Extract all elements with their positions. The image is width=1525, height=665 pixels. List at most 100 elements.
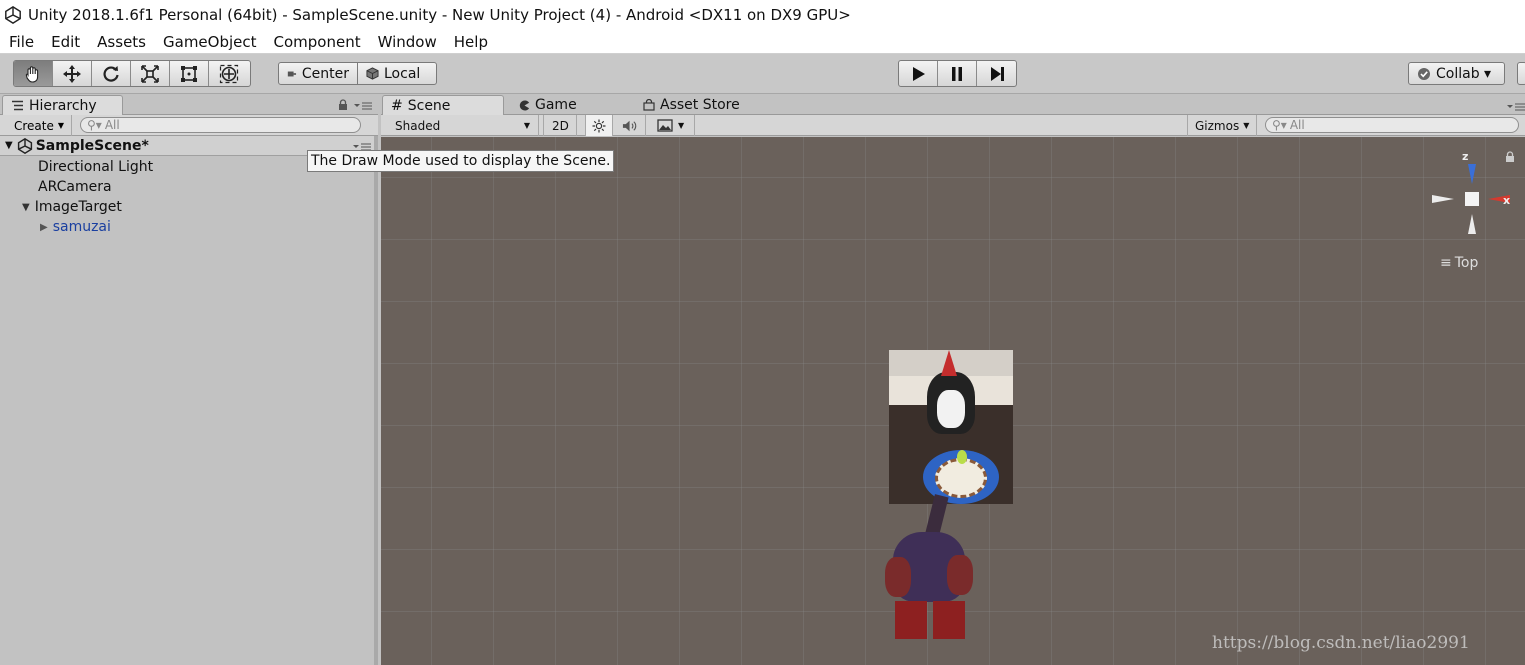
step-icon	[990, 66, 1004, 81]
gizmo-z-label: z	[1462, 150, 1469, 163]
dropdown-arrow-icon: ▼	[1243, 121, 1250, 130]
party-hat	[941, 350, 957, 376]
menu-assets[interactable]: Assets	[97, 33, 146, 51]
hierarchy-search-input[interactable]: ⚲▾ All	[80, 117, 361, 133]
item-label: samuzai	[52, 219, 111, 235]
menu-edit[interactable]: Edit	[51, 33, 80, 51]
account-button[interactable]	[1517, 62, 1525, 85]
character-pauldron-left	[885, 557, 911, 597]
hand-tool-icon	[25, 65, 39, 83]
item-label: ImageTarget	[34, 199, 122, 215]
scale-tool-icon	[141, 64, 159, 83]
effects-dropdown[interactable]: ▼	[651, 115, 695, 136]
playback-controls	[898, 60, 1017, 87]
menu-gameobject[interactable]: GameObject	[163, 33, 257, 51]
hierarchy-item-directional-light[interactable]: Directional Light	[38, 157, 153, 177]
create-label: Create	[14, 118, 54, 133]
character-pauldron-right	[947, 555, 973, 595]
hierarchy-item-imagetarget[interactable]: ▼ ImageTarget	[22, 197, 122, 217]
create-dropdown[interactable]: Create ▼	[4, 115, 72, 136]
transform-tool-icon	[219, 64, 238, 83]
pivot-label: Center	[301, 65, 349, 82]
hierarchy-toolbar: Create ▼ ⚲▾ All	[0, 115, 378, 136]
panel-menu-icon[interactable]	[354, 102, 372, 110]
menu-window[interactable]: Window	[378, 33, 437, 51]
gizmo-lock-icon[interactable]	[1505, 151, 1515, 163]
pivot-center-button[interactable]: Center	[278, 62, 358, 85]
dropdown-arrow-icon: ▼	[678, 121, 685, 130]
character-leg-right	[933, 601, 965, 639]
dropdown-arrow-icon: ▼	[523, 121, 530, 130]
transform-tool-button[interactable]	[209, 61, 248, 86]
image-effects-icon	[657, 119, 673, 132]
item-label: ARCamera	[38, 179, 112, 195]
menu-help[interactable]: Help	[454, 33, 488, 51]
gizmos-dropdown[interactable]: Gizmos ▼	[1187, 115, 1257, 136]
hand-tool-button[interactable]	[14, 61, 53, 86]
tab-game[interactable]: Game	[511, 95, 621, 115]
birthday-cake	[935, 458, 987, 498]
lock-icon[interactable]	[338, 99, 348, 111]
collapsed-arrow-icon[interactable]: ▶	[40, 222, 48, 233]
lighting-toggle[interactable]	[585, 115, 613, 136]
play-button[interactable]	[899, 61, 938, 86]
2d-toggle-button[interactable]: 2D	[543, 115, 577, 136]
watermark: https://blog.csdn.net/liao2991	[1212, 633, 1470, 653]
collab-label: Collab ▾	[1436, 65, 1492, 82]
hierarchy-panel: ▼ SampleScene* Directional Light ARCamer…	[0, 136, 378, 665]
scene-search-input[interactable]: ⚲▾ All	[1265, 117, 1519, 133]
rect-tool-button[interactable]	[170, 61, 209, 86]
view-mode-label[interactable]: ≡ Top	[1440, 255, 1478, 271]
sun-icon	[592, 119, 606, 132]
window-titlebar: Unity 2018.1.6f1 Personal (64bit) - Samp…	[0, 0, 1525, 30]
step-button[interactable]	[977, 61, 1016, 86]
hierarchy-tab-label: Hierarchy	[29, 97, 97, 114]
grid-hash-icon: #	[391, 97, 403, 114]
image-target-plane[interactable]	[889, 350, 1013, 504]
gizmo-axes-icon	[1432, 164, 1510, 234]
tab-asset-store[interactable]: Asset Store	[635, 95, 775, 115]
unity-scene-icon	[17, 137, 32, 154]
game-tab-label: Game	[535, 97, 577, 113]
collab-button[interactable]: Collab ▾	[1408, 62, 1505, 85]
scene-search-placeholder: All	[1289, 118, 1305, 132]
menu-file[interactable]: File	[9, 33, 34, 51]
pivot-local-button[interactable]: Local	[357, 62, 437, 85]
tab-hierarchy[interactable]: Hierarchy	[2, 95, 123, 115]
menu-component[interactable]: Component	[274, 33, 361, 51]
draw-mode-tooltip: The Draw Mode used to display the Scene.	[307, 150, 615, 172]
store-bag-icon	[643, 99, 655, 111]
rotate-tool-button[interactable]	[92, 61, 131, 86]
move-tool-button[interactable]	[53, 61, 92, 86]
draw-mode-dropdown[interactable]: Shaded ▼	[381, 115, 539, 136]
space-label: Local	[384, 65, 421, 82]
draw-mode-label: Shaded	[395, 118, 441, 133]
window-title: Unity 2018.1.6f1 Personal (64bit) - Samp…	[28, 6, 851, 24]
hierarchy-search-placeholder: All	[104, 118, 120, 132]
scene-viewport[interactable]: z x ≡ Top	[381, 137, 1525, 665]
audio-toggle[interactable]	[616, 115, 646, 136]
gizmos-label: Gizmos	[1195, 118, 1240, 133]
expand-arrow-icon[interactable]: ▼	[22, 202, 30, 213]
speaker-icon	[622, 120, 637, 131]
hierarchy-item-samuzai[interactable]: ▶ samuzai	[40, 217, 111, 237]
watermark-text: https://blog.csdn.net/liao2991	[1212, 633, 1470, 653]
tab-scene[interactable]: # Scene	[382, 95, 504, 115]
search-icon: ⚲▾	[1272, 118, 1287, 132]
collab-check-icon	[1418, 67, 1430, 80]
cake-candle	[957, 450, 967, 464]
local-cube-icon	[366, 67, 379, 80]
item-label: Directional Light	[38, 159, 154, 175]
pause-button[interactable]	[938, 61, 977, 86]
2d-label: 2D	[552, 118, 569, 133]
rotate-tool-icon	[103, 65, 119, 82]
panel-menu-icon[interactable]	[1507, 103, 1525, 111]
pause-icon	[952, 66, 962, 81]
orientation-gizmo[interactable]: z x ≡ Top	[1427, 147, 1517, 271]
hierarchy-item-arcamera[interactable]: ARCamera	[38, 177, 112, 197]
gizmo-x-label: x	[1503, 194, 1511, 207]
asset-store-tab-label: Asset Store	[660, 97, 740, 113]
scene-tabbar: # Scene Game Asset Store	[381, 94, 1525, 115]
scale-tool-button[interactable]	[131, 61, 170, 86]
dog-face	[937, 390, 965, 428]
